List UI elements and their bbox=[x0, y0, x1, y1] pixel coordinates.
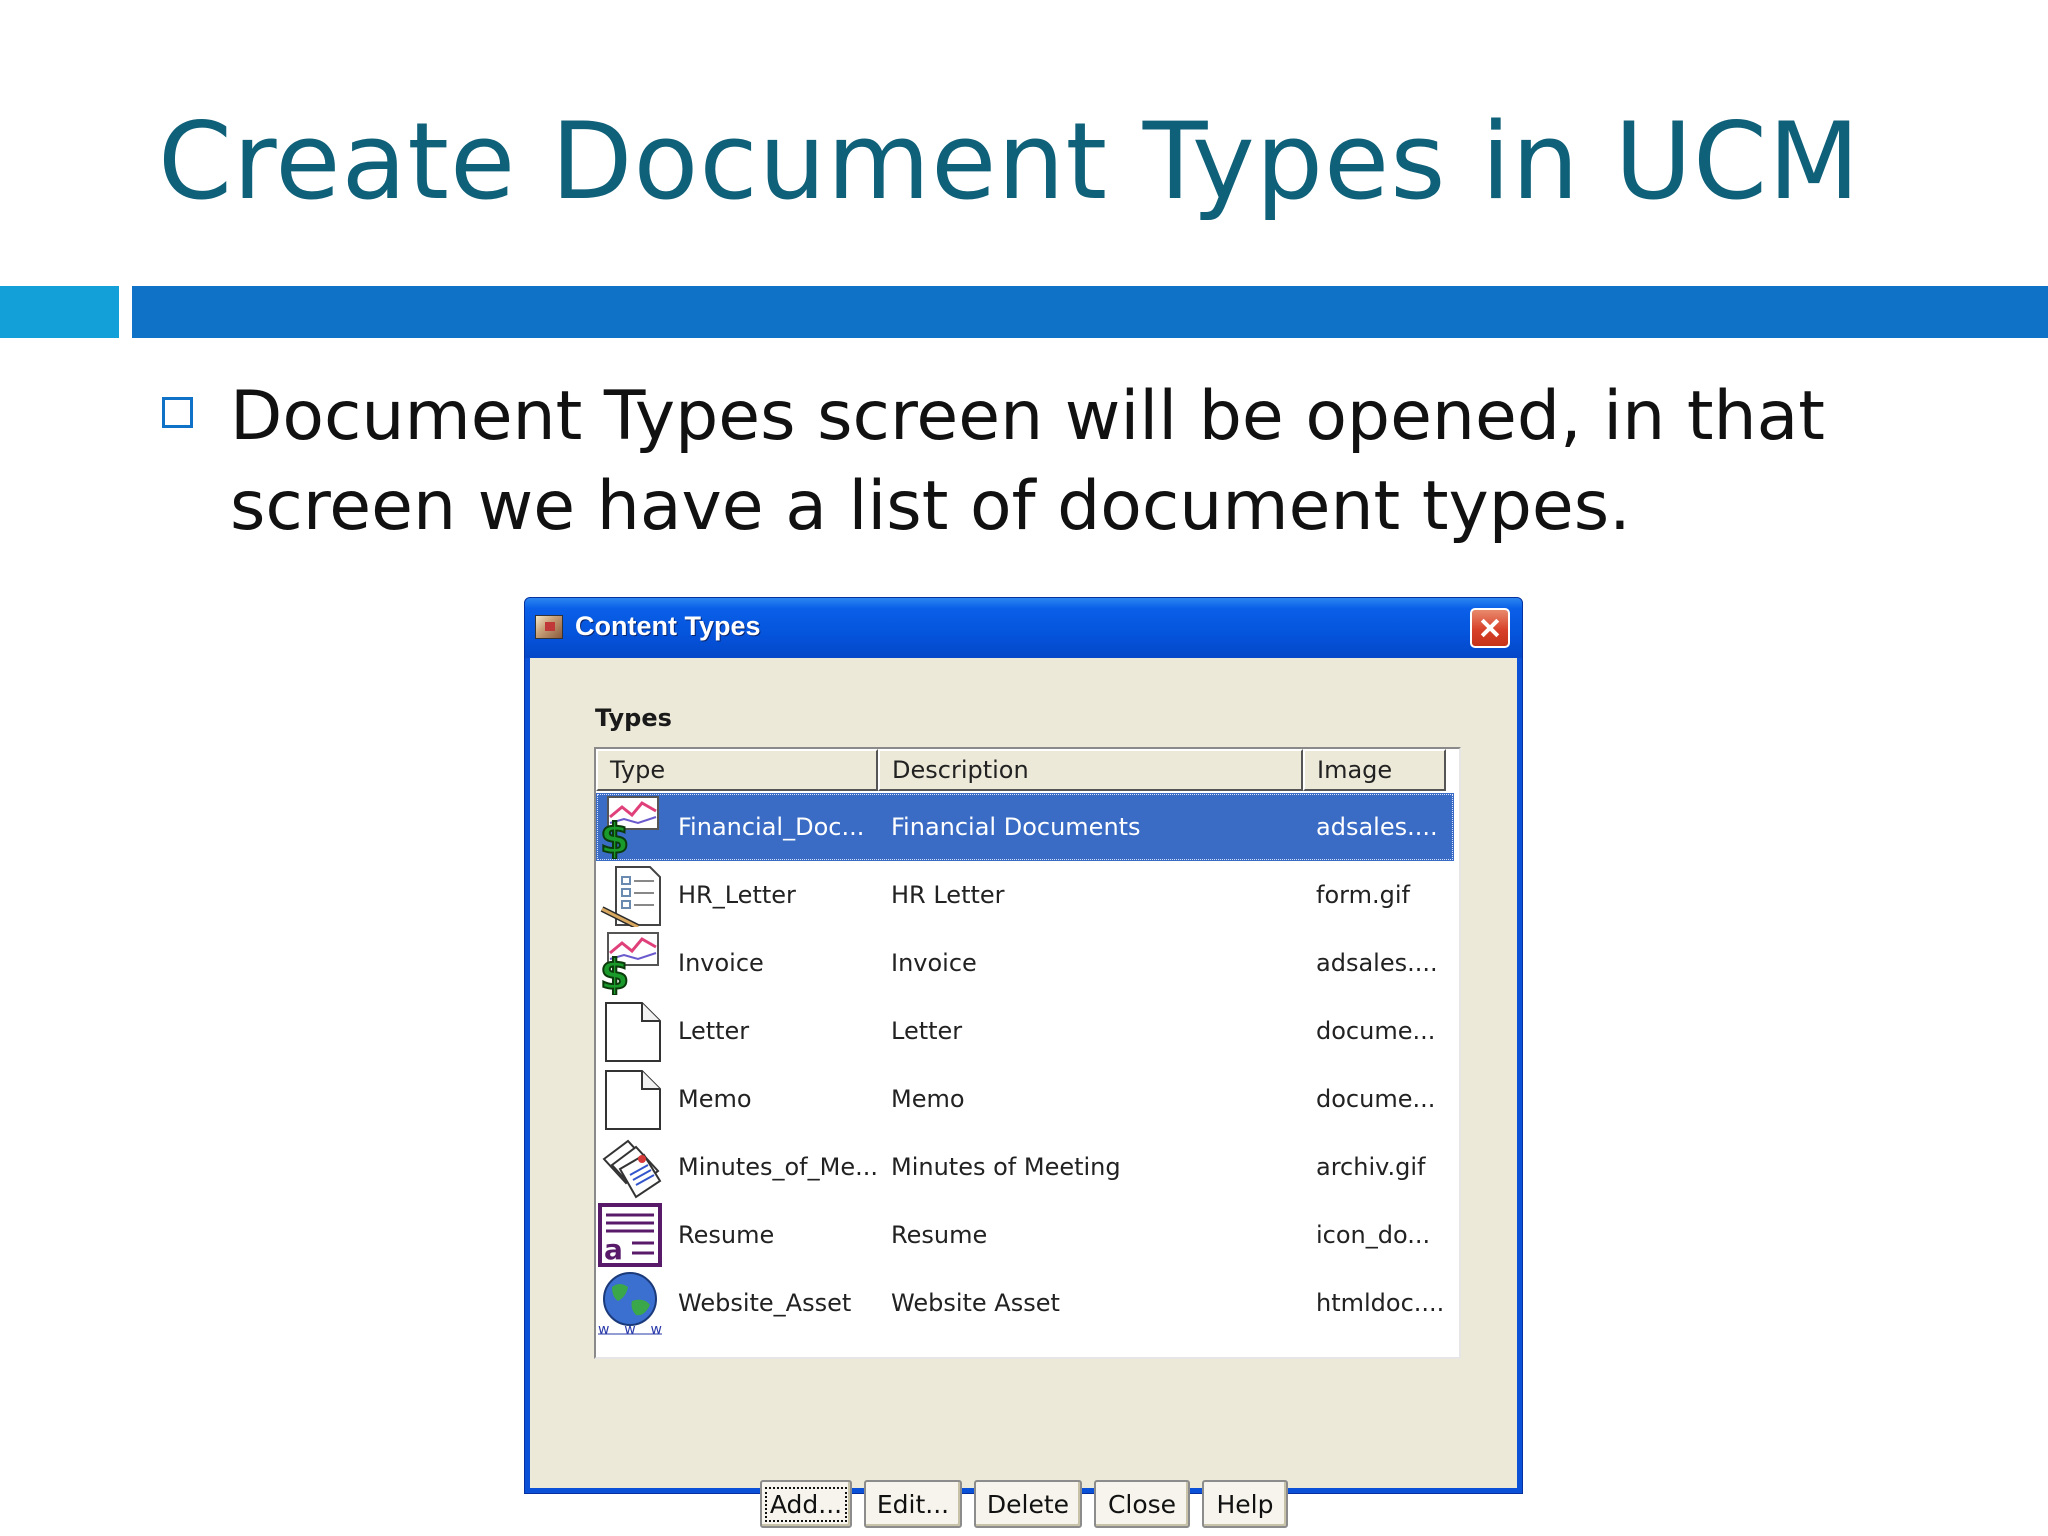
type-cell: Financial_Doc... bbox=[678, 813, 865, 841]
image-cell: icon_do... bbox=[1316, 1221, 1431, 1249]
delete-button-label: Delete bbox=[986, 1489, 1070, 1519]
table-header: Type Description Image bbox=[596, 749, 1459, 793]
table-row[interactable]: Minutes_of_Me... Minutes of Meeting arch… bbox=[596, 1133, 1454, 1201]
window-app-icon bbox=[535, 615, 563, 639]
column-header-description[interactable]: Description bbox=[878, 749, 1303, 791]
edit-button[interactable]: Edit... bbox=[864, 1480, 962, 1528]
delete-button[interactable]: Delete bbox=[974, 1480, 1082, 1528]
financial-chart-dollar-icon: $ bbox=[599, 932, 659, 995]
blank-document-icon bbox=[605, 1002, 661, 1062]
stacked-papers-icon bbox=[602, 1139, 662, 1199]
bullet-square-icon bbox=[162, 397, 193, 428]
globe-www-icon: www bbox=[598, 1272, 662, 1335]
table-row[interactable]: Letter Letter docume... bbox=[596, 997, 1454, 1065]
financial-chart-dollar-icon: $ bbox=[599, 796, 659, 859]
image-cell: archiv.gif bbox=[1316, 1153, 1426, 1181]
image-cell: form.gif bbox=[1316, 881, 1410, 909]
slide-title: Create Document Types in UCM bbox=[158, 100, 1861, 223]
content-types-table: Type Description Image $ Financial_Doc..… bbox=[594, 747, 1461, 1359]
type-cell: Minutes_of_Me... bbox=[678, 1153, 878, 1181]
type-cell: Letter bbox=[678, 1017, 750, 1045]
table-row[interactable]: $ Invoice Invoice adsales.... bbox=[596, 929, 1454, 997]
description-cell: Invoice bbox=[891, 949, 977, 977]
add-button-label: Add... bbox=[764, 1486, 848, 1522]
type-cell: Website_Asset bbox=[678, 1289, 852, 1317]
type-cell: Memo bbox=[678, 1085, 752, 1113]
types-section-label: Types bbox=[595, 704, 672, 732]
accent-bar-left bbox=[0, 286, 119, 338]
type-cell: HR_Letter bbox=[678, 881, 796, 909]
accent-bar bbox=[132, 286, 2048, 338]
form-pen-icon bbox=[600, 866, 661, 927]
table-row[interactable]: a Resume Resume icon_do... bbox=[596, 1201, 1454, 1269]
type-cell: Resume bbox=[678, 1221, 775, 1249]
svg-text:a: a bbox=[604, 1233, 623, 1266]
edit-button-label: Edit... bbox=[876, 1489, 950, 1519]
svg-text:www: www bbox=[598, 1322, 662, 1335]
dialog-client-area: Types Type Description Image $ Financial… bbox=[530, 658, 1517, 1528]
table-row[interactable]: Memo Memo docume... bbox=[596, 1065, 1454, 1133]
description-cell: Letter bbox=[891, 1017, 963, 1045]
bullet-text: Document Types screen will be opened, in… bbox=[230, 377, 1825, 546]
image-cell: docume... bbox=[1316, 1085, 1436, 1113]
description-cell: Website Asset bbox=[891, 1289, 1060, 1317]
dialog-titlebar[interactable]: Content Types bbox=[525, 598, 1522, 658]
description-cell: Resume bbox=[891, 1221, 988, 1249]
image-cell: docume... bbox=[1316, 1017, 1436, 1045]
column-header-image[interactable]: Image bbox=[1303, 749, 1446, 791]
image-cell: htmldoc.... bbox=[1316, 1289, 1445, 1317]
description-cell: Financial Documents bbox=[891, 813, 1141, 841]
add-button[interactable]: Add... bbox=[760, 1480, 852, 1528]
table-row[interactable]: $ Financial_Doc... Financial Documents a… bbox=[596, 793, 1454, 861]
table-row[interactable]: www Website_Asset Website Asset htmldoc.… bbox=[596, 1269, 1454, 1337]
help-button[interactable]: Help bbox=[1202, 1480, 1288, 1528]
resume-document-icon: a bbox=[598, 1203, 662, 1267]
close-window-icon[interactable] bbox=[1470, 608, 1510, 648]
description-cell: HR Letter bbox=[891, 881, 1005, 909]
close-button-label: Close bbox=[1107, 1489, 1177, 1519]
svg-text:$: $ bbox=[600, 950, 629, 995]
column-header-type[interactable]: Type bbox=[596, 749, 878, 791]
table-row[interactable]: HR_Letter HR Letter form.gif bbox=[596, 861, 1454, 929]
svg-text:$: $ bbox=[600, 814, 629, 859]
description-cell: Memo bbox=[891, 1085, 965, 1113]
dialog-title: Content Types bbox=[575, 611, 761, 641]
image-cell: adsales.... bbox=[1316, 949, 1438, 977]
blank-document-icon bbox=[605, 1070, 661, 1130]
image-cell: adsales.... bbox=[1316, 813, 1438, 841]
help-button-label: Help bbox=[1216, 1489, 1274, 1519]
close-button[interactable]: Close bbox=[1094, 1480, 1190, 1528]
content-types-dialog: Content Types Types Type Description Ima… bbox=[524, 597, 1523, 1528]
type-cell: Invoice bbox=[678, 949, 764, 977]
description-cell: Minutes of Meeting bbox=[891, 1153, 1121, 1181]
